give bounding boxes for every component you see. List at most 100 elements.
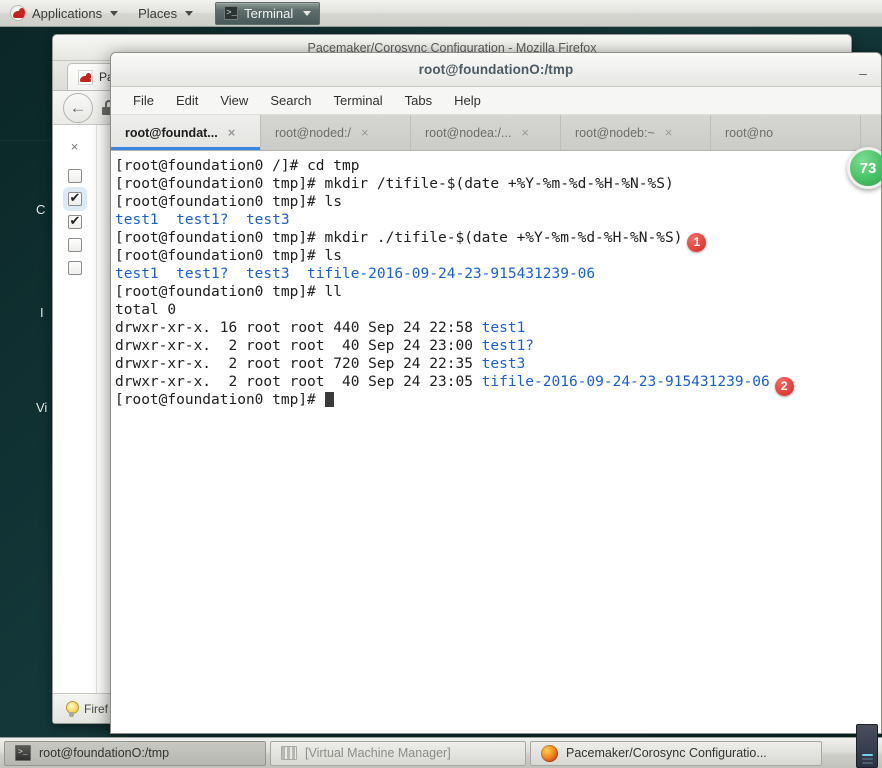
terminal-line: test1 test1? test3 [113,211,881,229]
shell-prompt: [root@foundation0 tmp]# [115,284,325,300]
terminal-line: [root@foundation0 tmp]# [113,391,881,409]
shell-command: ll [324,284,342,300]
minimize-icon[interactable]: – [855,62,871,80]
row-checkbox[interactable] [67,213,82,229]
terminal-window[interactable]: root@foundationO:/tmp – File Edit View S… [110,52,882,734]
terminal-tab-label: root@nodea:/... [425,125,512,140]
shell-prompt: [root@foundation0 tmp]# [115,230,325,246]
page-left-label-vi: Vi [36,400,48,415]
terminal-line: [root@foundation0 tmp]# mkdir /tifile-$(… [113,175,881,193]
shell-prompt: [root@foundation0 /]# [115,158,308,174]
menu-item-terminal[interactable]: Terminal [324,90,393,111]
row-checkbox[interactable] [67,261,82,275]
ll-total: total 0 [115,302,177,318]
active-window-menu[interactable]: >_ Terminal [215,1,321,25]
shell-prompt: [root@foundation0 tmp]# [115,248,325,264]
firefox-icon [541,744,558,762]
green-count-badge: 73 [847,147,881,189]
terminal-icon: >_ [224,6,239,20]
terminal-window-title: root@foundationO:/tmp [418,62,574,77]
ll-row-meta: drwxr-xr-x. 2 root root 720 Sep 24 22:35 [115,356,482,372]
redhat-logo-icon [10,5,26,21]
ll-row-meta: drwxr-xr-x. 2 root root 40 Sep 24 23:05 [115,374,482,390]
taskbar-item-label: Pacemaker/Corosync Configuratio... [566,746,767,760]
terminal-tabbar[interactable]: root@foundat... × root@noded:/ × root@no… [111,115,881,151]
terminal-line: drwxr-xr-x. 2 root root 40 Sep 24 23:05 … [113,373,881,396]
terminal-menubar[interactable]: File Edit View Search Terminal Tabs Help [111,87,881,115]
workspace-dot[interactable] [861,754,873,756]
workspace-dot[interactable] [861,762,873,764]
shell-prompt: [root@foundation0 tmp]# [115,194,325,210]
firefox-page-sidebar[interactable]: × [53,125,97,693]
applications-menu[interactable]: Applications [0,0,128,26]
terminal-line: [root@foundation0 tmp]# ll [113,283,881,301]
terminal-line: drwxr-xr-x. 2 root root 720 Sep 24 22:35… [113,355,881,373]
taskbar-item-vmm[interactable]: [Virtual Machine Manager] [270,740,526,766]
close-icon[interactable]: × [71,139,79,154]
close-icon[interactable]: × [521,125,529,140]
applications-menu-label: Applications [32,5,103,21]
terminal-tab-4[interactable]: root@no [711,115,861,150]
ll-row-name: test1? [481,338,535,354]
ll-row-meta: drwxr-xr-x. 2 root root 40 Sep 24 23:00 [115,338,482,354]
terminal-line: [root@foundation0 tmp]# ls [113,193,881,211]
terminal-line: [root@foundation0 tmp]# ls [113,247,881,265]
ll-row-name: test1 [481,320,526,336]
ll-row-meta: drwxr-xr-x. 16 root root 440 Sep 24 22:5… [115,320,482,336]
shell-prompt: [root@foundation0 tmp]# [115,176,325,192]
terminal-line: total 0 [113,301,881,319]
terminal-tab-label: root@nodeb:~ [575,125,655,140]
close-icon[interactable]: × [228,125,236,140]
text-cursor [324,392,334,407]
menu-item-search[interactable]: Search [260,90,321,111]
shell-command: ls [324,248,342,264]
redhat-favicon-icon [78,69,93,85]
shell-command: ls [324,194,342,210]
terminal-line: test1 test1? test3 tifile-2016-09-24-23-… [113,265,881,283]
chevron-down-icon [303,10,312,16]
row-checkbox[interactable] [67,238,82,252]
terminal-tab-1[interactable]: root@noded:/ × [261,115,411,150]
chevron-down-icon [110,10,119,16]
terminal-screen[interactable]: [root@foundation0 /]# cd tmp [root@found… [111,151,881,733]
shell-command: cd tmp [307,158,360,174]
row-checkbox[interactable] [67,190,82,206]
menu-item-edit[interactable]: Edit [166,90,208,111]
row-checkbox[interactable] [67,169,82,183]
page-left-label-c: C [36,202,46,217]
top-panel[interactable]: Applications Places >_ Terminal [0,0,882,27]
terminal-tab-3[interactable]: root@nodeb:~ × [561,115,711,150]
terminal-line: [root@foundation0 tmp]# mkdir ./tifile-$… [113,229,881,252]
menu-item-help[interactable]: Help [444,90,491,111]
ll-row-name: test3 [481,356,526,372]
back-arrow-icon[interactable]: ← [63,92,93,123]
menu-item-file[interactable]: File [123,90,164,111]
terminal-tab-label: root@foundat... [125,125,218,140]
places-menu-label: Places [138,5,178,21]
chevron-down-icon [185,10,194,16]
close-icon[interactable]: × [665,125,673,140]
terminal-line: drwxr-xr-x. 2 root root 40 Sep 24 23:00 … [113,337,881,355]
taskbar-item-label: root@foundationO:/tmp [39,746,170,760]
workspace-dot[interactable] [861,758,873,760]
taskbar-item-label: [Virtual Machine Manager] [305,746,451,760]
taskbar-item-terminal[interactable]: >_ root@foundationO:/tmp [4,740,266,766]
workspace-switcher-icon[interactable] [856,724,878,768]
vmm-icon [281,746,297,760]
places-menu[interactable]: Places [128,0,203,26]
taskbar-item-firefox[interactable]: Pacemaker/Corosync Configuratio... [530,740,822,766]
terminal-tab-0[interactable]: root@foundat... × [111,115,261,150]
terminal-titlebar[interactable]: root@foundationO:/tmp – [111,53,881,87]
ls-output: test1 test1? test3 [115,212,290,228]
terminal-tab-label: root@noded:/ [275,125,351,140]
ls-output: test1 test1? test3 tifile-2016-09-24-23-… [115,266,596,282]
terminal-icon: >_ [15,745,31,761]
bottom-panel[interactable]: >_ root@foundationO:/tmp [Virtual Machin… [0,724,882,768]
terminal-tab-2[interactable]: root@nodea:/... × [411,115,561,150]
terminal-line: [root@foundation0 /]# cd tmp [113,157,881,175]
menu-item-tabs[interactable]: Tabs [395,90,442,111]
shell-command: mkdir ./tifile-$(date +%Y-%m-%d-%H-%N-%S… [324,230,683,246]
menu-item-view[interactable]: View [210,90,258,111]
close-icon[interactable]: × [361,125,369,140]
lightbulb-icon [65,700,79,717]
